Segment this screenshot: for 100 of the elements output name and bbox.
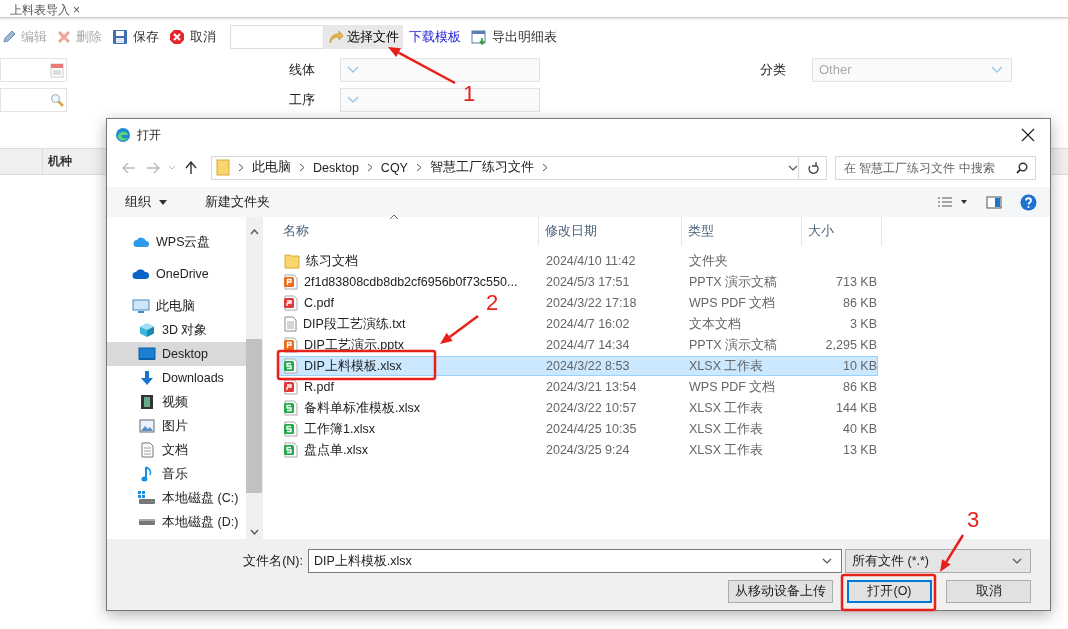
file-name[interactable]: DIP段工艺演练.txt <box>303 315 406 333</box>
breadcrumb-item[interactable]: Desktop <box>313 160 359 175</box>
spreadsheet-file-icon <box>284 421 298 437</box>
file-date: 2024/3/22 17:18 <box>545 296 638 310</box>
selected-file-row[interactable]: DIP上料模板.xlsx 2024/3/22 8:53 XLSX 工作表 10 KB <box>277 356 878 376</box>
dialog-button[interactable]: 从移动设备上传 <box>728 580 833 603</box>
up-arrow-icon <box>185 160 197 175</box>
filename-field[interactable]: DIP上料模板.xlsx <box>308 549 842 573</box>
column-header[interactable]: 类型 <box>682 217 802 246</box>
toolbar-button[interactable]: 保存 <box>110 25 167 49</box>
field-label: 工序 <box>289 90 316 109</box>
file-date: 2024/4/7 14:34 <box>545 338 631 352</box>
chevron-down-icon <box>788 164 798 171</box>
dialog-button[interactable]: 打开(O) <box>847 580 932 603</box>
nav-item[interactable]: 图片 <box>107 414 246 438</box>
file-name[interactable]: 2f1d83808cdb8db2cf6956b0f73c550... <box>304 275 518 289</box>
sort-caret-icon <box>389 214 399 220</box>
breadcrumb-item[interactable]: 智慧工厂练习文件 <box>429 159 534 176</box>
file-size: 2,295 KB <box>824 338 877 352</box>
annotation-arrow <box>388 47 456 85</box>
file-name[interactable]: 备料单标准模板.xlsx <box>304 399 420 417</box>
file-date: 2024/3/22 10:57 <box>545 401 638 415</box>
search-field[interactable]: 在 智慧工厂练习文件 中搜索 <box>835 155 1036 180</box>
dialog-title: 打开 <box>137 126 162 144</box>
file-name[interactable]: C.pdf <box>304 296 334 310</box>
file-type: PPTX 演示文稿 <box>688 273 779 291</box>
file-name[interactable]: DIP上料模板.xlsx <box>304 357 402 375</box>
chevron-up-icon <box>249 229 259 235</box>
refresh-icon <box>806 160 819 175</box>
pdf-file-icon <box>284 379 298 395</box>
file-name[interactable]: 工作簿1.xlsx <box>304 420 375 438</box>
nav-item[interactable]: 文档 <box>107 438 246 462</box>
file-date: 2024/4/25 10:35 <box>545 422 638 436</box>
organize-menu-button[interactable]: 组织 <box>117 193 175 211</box>
nav-item[interactable]: 本地磁盘 (D:) <box>107 510 246 534</box>
cloud-icon <box>132 268 150 280</box>
file-type: WPS PDF 文档 <box>688 294 777 312</box>
nav-item[interactable]: 音乐 <box>107 462 246 486</box>
nav-item[interactable]: WPS云盘 <box>107 230 246 254</box>
chevron-right-icon <box>415 163 422 172</box>
file-name[interactable]: R.pdf <box>304 380 334 394</box>
pencil-icon <box>2 30 16 44</box>
dialog-button[interactable]: 取消 <box>946 580 1031 603</box>
annotation-arrow <box>940 534 965 572</box>
toolbar-button[interactable]: 取消 <box>167 25 224 49</box>
refresh-button[interactable] <box>799 155 827 180</box>
column-header[interactable]: 大小 <box>802 217 882 246</box>
file-date: 2024/4/7 16:02 <box>545 317 631 331</box>
file-type: 文本文档 <box>688 315 742 333</box>
column-header[interactable]: 修改日期 <box>539 217 682 246</box>
nav-item[interactable]: 本地磁盘 (C:) <box>107 486 246 510</box>
line-select[interactable] <box>340 57 540 82</box>
nav-item[interactable]: OneDrive <box>107 262 246 286</box>
column-header[interactable]: 名称 <box>277 217 539 246</box>
search-icon <box>50 92 64 107</box>
file-date: 2024/3/25 9:24 <box>545 443 631 457</box>
tab-close[interactable]: × <box>73 4 80 17</box>
field-label: 线体 <box>289 60 316 79</box>
process-select[interactable] <box>340 87 540 112</box>
field-label: 分类 <box>760 60 787 79</box>
chevron-right-icon <box>238 163 244 172</box>
file-type: WPS PDF 文档 <box>688 378 777 396</box>
chevron-down-icon <box>991 65 1003 74</box>
chevron-down-icon <box>249 529 259 535</box>
browser-icon <box>115 127 131 143</box>
image-icon <box>139 419 155 433</box>
tab-title[interactable]: 上料表导入 <box>10 4 70 17</box>
nav-item[interactable]: 3D 对象 <box>107 318 246 342</box>
right-arrow-icon <box>146 161 160 174</box>
annotation-number: 2 <box>486 290 499 315</box>
scrollbar[interactable] <box>246 217 262 539</box>
choose-file-button[interactable]: 选择文件 <box>324 25 403 49</box>
download-template-link[interactable]: 下载模板 <box>409 28 461 46</box>
chevron-down-icon <box>1012 558 1022 564</box>
file-name[interactable]: 盘点单.xlsx <box>304 441 368 459</box>
file-path-field[interactable] <box>230 25 324 49</box>
help-icon <box>1019 193 1037 211</box>
file-type: XLSX 工作表 <box>688 420 765 438</box>
folder-icon <box>216 159 230 176</box>
window-export-icon <box>471 29 487 45</box>
date-field[interactable] <box>0 57 67 82</box>
left-arrow-icon <box>122 161 136 174</box>
file-type-dropdown[interactable]: 所有文件 (*.*) <box>845 549 1031 573</box>
export-button[interactable]: 导出明细表 <box>469 25 565 49</box>
nav-item[interactable]: Downloads <box>107 366 246 390</box>
nav-item[interactable]: 此电脑 <box>107 294 246 318</box>
address-bar[interactable]: 此电脑 Desktop CQY 智慧工厂练习文件 <box>211 155 799 180</box>
breadcrumb-item[interactable]: CQY <box>380 160 408 175</box>
nav-item[interactable]: 视频 <box>107 390 246 414</box>
preview-pane-icon <box>986 195 1002 209</box>
new-folder-button[interactable]: 新建文件夹 <box>197 193 278 211</box>
presentation-file-icon <box>284 274 298 290</box>
breadcrumb-item[interactable]: 此电脑 <box>252 159 291 176</box>
search-field[interactable] <box>0 87 67 112</box>
spreadsheet-file-icon <box>284 442 298 458</box>
monitor-icon <box>132 298 150 314</box>
document-icon <box>140 442 154 458</box>
cube-icon <box>139 322 155 338</box>
file-name[interactable]: 练习文档 <box>306 252 358 270</box>
nav-item[interactable]: Desktop <box>107 342 246 366</box>
